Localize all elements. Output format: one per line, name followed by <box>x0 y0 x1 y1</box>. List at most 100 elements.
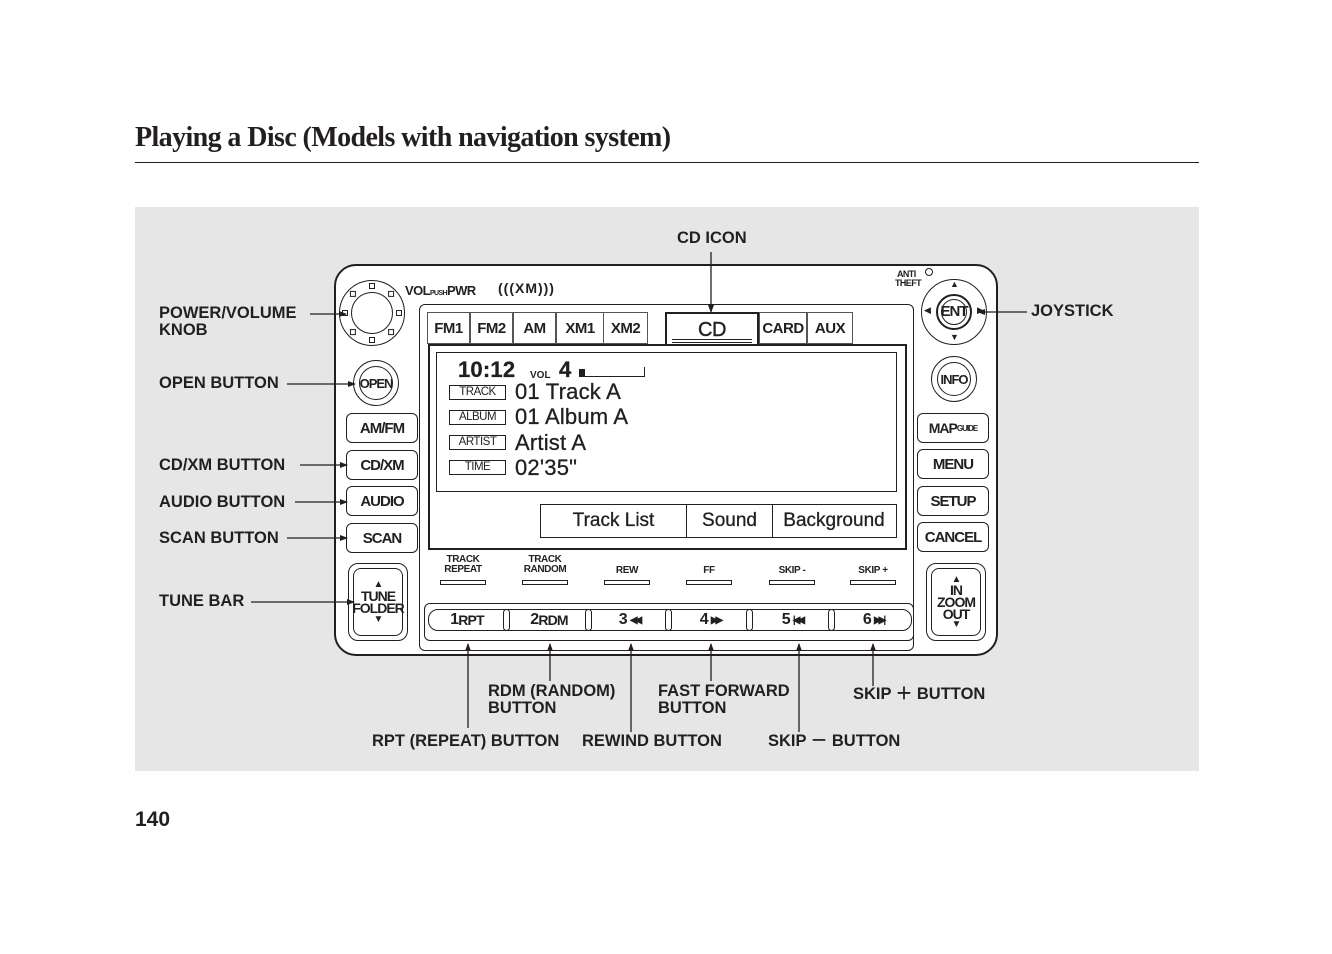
preset-function-label-line: FF <box>703 565 715 576</box>
time-tag: TIME <box>449 460 506 475</box>
callout-line: RDM (RANDOM) <box>488 682 616 700</box>
volume-bar-fill <box>579 369 585 377</box>
preset-function-label-line: REPEAT <box>444 564 482 575</box>
vol-push-pwr-label: VOLPUSHPWR <box>405 283 476 298</box>
source-tab-am[interactable]: AM <box>513 312 556 344</box>
callout-fast-forward-button: FAST FORWARD BUTTON <box>658 683 790 717</box>
preset-button-3[interactable]: 3 ◀◀ <box>592 610 666 630</box>
callout-skip-plus-button: SKIP ＋ BUTTON <box>853 685 986 703</box>
source-tab-xm1[interactable]: XM1 <box>556 312 604 344</box>
source-tab-label: XM1 <box>565 319 595 337</box>
preset-separator <box>665 609 672 631</box>
ent-label: ENT <box>941 298 968 326</box>
preset-function-label-line: SKIP + <box>858 565 888 576</box>
fast-forward-icon: ▶▶ <box>710 614 724 626</box>
track-value: 01 Track A <box>515 379 621 404</box>
preset-button-2[interactable]: 2 RDM <box>512 610 586 630</box>
title-rule <box>135 162 1199 163</box>
callout-power-volume-knob: POWER/VOLUME KNOB <box>159 305 297 339</box>
scan-button[interactable]: SCAN <box>346 523 418 553</box>
time-value: 02'35" <box>515 455 578 480</box>
preset-function-label: FF <box>679 566 739 576</box>
audio-button[interactable]: AUDIO <box>346 486 418 516</box>
rewind-icon: ◀◀ <box>629 614 643 626</box>
preset-number: 5 <box>781 611 791 628</box>
am-fm-button[interactable]: AM/FM <box>346 413 418 443</box>
callout-rdm-button: RDM (RANDOM) BUTTON <box>488 683 615 717</box>
preset-indicator <box>850 580 896 585</box>
source-tab-label: FM1 <box>434 319 463 337</box>
preset-separator <box>503 609 510 631</box>
active-tab-underline <box>672 339 752 343</box>
knob-center <box>350 291 394 335</box>
map-guide-button[interactable]: MAP GUIDE <box>917 413 989 443</box>
background-softkey[interactable]: Background <box>773 505 895 537</box>
preset-button-6[interactable]: 6 ▶▶| <box>836 610 910 630</box>
source-tab-label: FM2 <box>477 319 506 337</box>
preset-separator <box>746 609 753 631</box>
album-tag: ALBUM <box>449 410 506 425</box>
open-button[interactable]: OPEN <box>353 360 399 406</box>
preset-function: RPT <box>458 612 484 628</box>
preset-indicator <box>440 580 486 585</box>
joystick-down-arrow-icon: ▼ <box>950 332 959 342</box>
preset-separator <box>585 609 592 631</box>
callout-cd-icon: CD ICON <box>677 229 747 247</box>
callout-open-button: OPEN BUTTON <box>159 374 279 392</box>
source-tab-fm1[interactable]: FM1 <box>427 312 470 344</box>
zoom-out-label: OUT <box>942 605 971 622</box>
preset-button-4[interactable]: 4 ▶▶ <box>673 610 747 630</box>
cancel-button[interactable]: CANCEL <box>917 522 989 552</box>
callout-skip-minus-button: SKIP － BUTTON <box>768 732 901 750</box>
callout-rpt-button: RPT (REPEAT) BUTTON <box>372 732 560 750</box>
preset-number: 3 <box>618 611 628 628</box>
source-tab-fm2[interactable]: FM2 <box>470 312 513 344</box>
preset-function-label-line: RANDOM <box>523 564 567 575</box>
zoom-bar[interactable]: ▲ IN ZOOM OUT ▼ <box>926 563 986 641</box>
source-tab-label: CARD <box>762 319 804 337</box>
volume-bar-track <box>579 375 645 377</box>
joystick-right-arrow-icon: ▶ <box>977 305 984 315</box>
page-title: Playing a Disc (Models with navigation s… <box>135 122 671 153</box>
open-button-label: OPEN <box>358 365 393 401</box>
skip-back-icon: |◀◀ <box>792 614 805 626</box>
callout-rewind-button: REWIND BUTTON <box>582 732 722 750</box>
source-tab-xm2[interactable]: XM2 <box>603 312 648 344</box>
cd-xm-button[interactable]: CD/XM <box>346 450 418 480</box>
softkey-row: Track List Sound Background <box>540 504 897 538</box>
preset-button-5[interactable]: 5 |◀◀ <box>755 610 829 630</box>
volume-bar-end <box>643 367 645 377</box>
preset-function-label: TRACK RANDOM <box>515 555 575 575</box>
preset-function-label: SKIP - <box>762 566 822 576</box>
preset-function-label-line: SKIP - <box>778 565 806 576</box>
power-volume-knob[interactable] <box>339 280 405 346</box>
skip-forward-icon: ▶▶| <box>873 614 886 626</box>
track-list-softkey[interactable]: Track List <box>541 505 687 537</box>
joystick-up-arrow-icon: ▲ <box>950 279 959 289</box>
info-button[interactable]: INFO <box>931 356 977 402</box>
preset-function: RDM <box>538 612 568 628</box>
folder-label: FOLDER <box>352 599 405 616</box>
volume-bar <box>579 366 645 377</box>
preset-indicator <box>769 580 815 585</box>
preset-function-label: TRACK REPEAT <box>433 555 493 575</box>
preset-separator <box>828 609 835 631</box>
anti-theft-label: ANTI THEFT <box>895 270 922 288</box>
preset-button-1[interactable]: 1 RPT <box>430 610 504 630</box>
sound-softkey[interactable]: Sound <box>687 505 773 537</box>
preset-number: 6 <box>862 611 872 628</box>
callout-audio-button: AUDIO BUTTON <box>159 493 286 511</box>
source-tab-cd[interactable]: CD <box>665 312 759 346</box>
callout-cd-xm-button: CD/XM BUTTON <box>159 456 286 474</box>
source-tab-aux[interactable]: AUX <box>807 312 853 344</box>
menu-button[interactable]: MENU <box>917 449 989 479</box>
preset-number: 2 <box>530 611 539 628</box>
tune-folder-bar[interactable]: ▲ TUNE FOLDER ▼ <box>348 563 408 641</box>
source-tab-label: XM2 <box>610 319 641 337</box>
setup-button[interactable]: SETUP <box>917 486 989 516</box>
ent-button[interactable]: ENT <box>936 294 972 330</box>
preset-number: 1 <box>450 611 459 628</box>
callout-scan-button: SCAN BUTTON <box>159 529 279 547</box>
source-tab-card[interactable]: CARD <box>759 312 807 344</box>
preset-function-label: SKIP + <box>843 566 903 576</box>
